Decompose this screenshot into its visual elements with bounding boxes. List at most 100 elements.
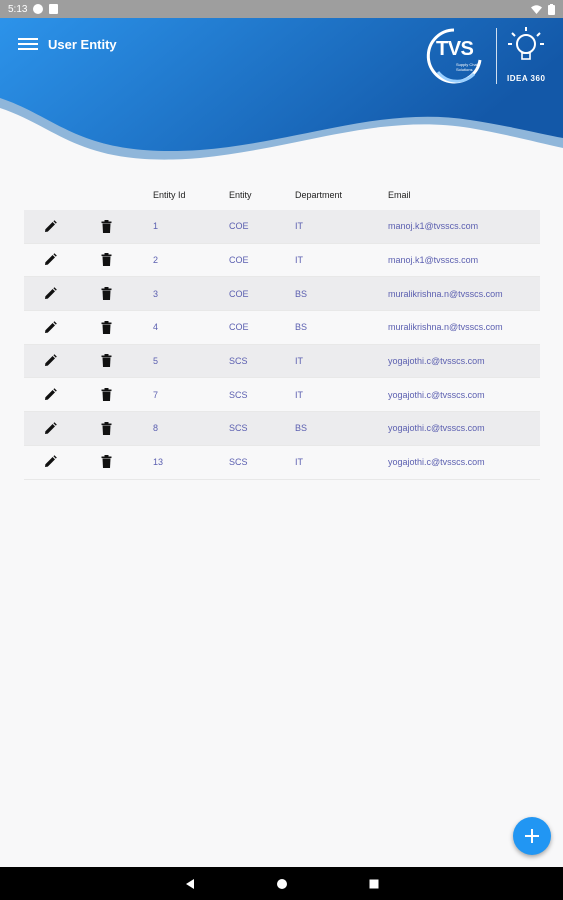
edit-cell: [24, 218, 84, 235]
back-triangle-icon: [185, 878, 194, 889]
edit-pencil-icon[interactable]: [42, 319, 58, 335]
delete-trash-icon[interactable]: [98, 387, 114, 403]
nav-home-button[interactable]: [275, 877, 289, 891]
edit-cell: [24, 285, 84, 302]
cell-entity: COE: [229, 322, 249, 333]
cell-entity: COE: [229, 288, 249, 299]
plus-icon: [525, 829, 539, 843]
column-header-email: Email: [388, 190, 411, 200]
edit-pencil-icon[interactable]: [42, 252, 58, 268]
lightbulb-icon: [508, 27, 544, 60]
cell-entity-id: 3: [153, 288, 159, 299]
home-circle-icon: [276, 878, 287, 889]
cell-entity: SCS: [229, 356, 248, 367]
table-row[interactable]: 5 SCS IT yogajothi.c@tvsscs.com: [24, 344, 540, 379]
cell-department: IT: [295, 255, 303, 266]
delete-trash-icon[interactable]: [98, 285, 114, 301]
cell-email: yogajothi.c@tvsscs.com: [388, 389, 485, 400]
cell-email: muralikrishna.n@tvsscs.com: [388, 322, 503, 333]
recents-square-icon: [369, 879, 378, 888]
delete-cell: [84, 319, 153, 336]
table-header: Entity Id Entity Department Email: [24, 180, 540, 210]
edit-pencil-icon[interactable]: [42, 420, 58, 436]
cell-email: manoj.k1@tvsscs.com: [388, 221, 479, 232]
column-header-entity-id: Entity Id: [153, 190, 186, 200]
table-row[interactable]: 13 SCS IT yogajothi.c@tvsscs.com: [24, 446, 540, 480]
hamburger-bar: [18, 43, 38, 45]
edit-pencil-icon[interactable]: [42, 285, 58, 301]
nav-back-button[interactable]: [183, 877, 197, 891]
cell-email: manoj.k1@tvsscs.com: [388, 255, 479, 266]
wifi-icon: [531, 4, 542, 14]
edit-pencil-icon[interactable]: [42, 387, 58, 403]
app-header: User Entity TVS Supply Chain Solutions I…: [0, 18, 563, 168]
table-row[interactable]: 1 COE IT manoj.k1@tvsscs.com: [24, 210, 540, 244]
cell-entity: SCS: [229, 423, 248, 434]
cell-entity: COE: [229, 221, 249, 232]
cell-entity-id: 13: [153, 457, 164, 468]
column-header-entity: Entity: [229, 190, 252, 200]
notification-icon: [33, 4, 44, 14]
delete-cell: [84, 218, 153, 235]
delete-trash-icon[interactable]: [98, 353, 114, 369]
edit-cell: [24, 420, 84, 437]
logo-tagline: IDEA 360: [507, 74, 546, 83]
column-header-department: Department: [295, 190, 343, 200]
cell-department: IT: [295, 221, 303, 232]
delete-cell: [84, 420, 153, 437]
cell-entity-id: 2: [153, 255, 159, 266]
cell-email: yogajothi.c@tvsscs.com: [388, 356, 485, 367]
status-time: 5:13: [8, 3, 28, 15]
add-entity-button[interactable]: [513, 817, 551, 855]
table-row[interactable]: 3 COE BS muralikrishna.n@tvsscs.com: [24, 277, 540, 312]
cell-department: BS: [295, 288, 308, 299]
delete-cell: [84, 353, 153, 370]
edit-cell: [24, 319, 84, 336]
battery-icon: [548, 3, 555, 15]
delete-trash-icon[interactable]: [98, 218, 114, 234]
cell-entity: COE: [229, 255, 249, 266]
system-nav-bar: [0, 867, 563, 900]
delete-trash-icon[interactable]: [98, 420, 114, 436]
edit-pencil-icon[interactable]: [42, 454, 58, 470]
edit-pencil-icon[interactable]: [42, 218, 58, 234]
cell-entity: SCS: [229, 389, 248, 400]
delete-cell: [84, 387, 153, 404]
hamburger-bar: [18, 48, 38, 50]
company-logo: TVS Supply Chain Solutions IDEA 360: [424, 24, 554, 88]
logo-divider: [496, 28, 497, 84]
cell-entity-id: 7: [153, 389, 159, 400]
table-row[interactable]: 4 COE BS muralikrishna.n@tvsscs.com: [24, 311, 540, 345]
table-row[interactable]: 8 SCS BS yogajothi.c@tvsscs.com: [24, 412, 540, 446]
cell-entity-id: 8: [153, 423, 159, 434]
cell-email: muralikrishna.n@tvsscs.com: [388, 288, 503, 299]
menu-button[interactable]: [18, 36, 38, 52]
delete-trash-icon[interactable]: [98, 319, 114, 335]
nav-recents-button[interactable]: [367, 877, 381, 891]
table-row[interactable]: 7 SCS IT yogajothi.c@tvsscs.com: [24, 378, 540, 413]
cell-department: BS: [295, 423, 308, 434]
table-body: 1 COE IT manoj.k1@tvsscs.com 2 COE IT manoj.k1@…: [24, 210, 540, 480]
cell-entity-id: 5: [153, 356, 159, 367]
cell-email: yogajothi.c@tvsscs.com: [388, 423, 485, 434]
logo-subtitle: Supply Chain Solutions: [456, 62, 480, 72]
page-title: User Entity: [48, 37, 117, 52]
hamburger-menu-icon: [18, 38, 38, 40]
table-row[interactable]: 2 COE IT manoj.k1@tvsscs.com: [24, 244, 540, 278]
entity-table: Entity Id Entity Department Email 1 COE IT…: [24, 180, 540, 480]
edit-pencil-icon[interactable]: [42, 353, 58, 369]
logo-text: TVS: [436, 38, 474, 60]
cell-entity-id: 1: [153, 221, 159, 232]
delete-cell: [84, 252, 153, 269]
delete-trash-icon[interactable]: [98, 454, 114, 470]
cell-email: yogajothi.c@tvsscs.com: [388, 457, 485, 468]
delete-cell: [84, 454, 153, 471]
cell-entity-id: 4: [153, 322, 159, 333]
cell-department: IT: [295, 457, 303, 468]
cell-department: IT: [295, 389, 303, 400]
cell-department: IT: [295, 356, 303, 367]
status-bar: 5:13: [0, 0, 563, 18]
cell-entity: SCS: [229, 457, 248, 468]
sd-card-icon: [49, 4, 59, 14]
delete-trash-icon[interactable]: [98, 252, 114, 268]
